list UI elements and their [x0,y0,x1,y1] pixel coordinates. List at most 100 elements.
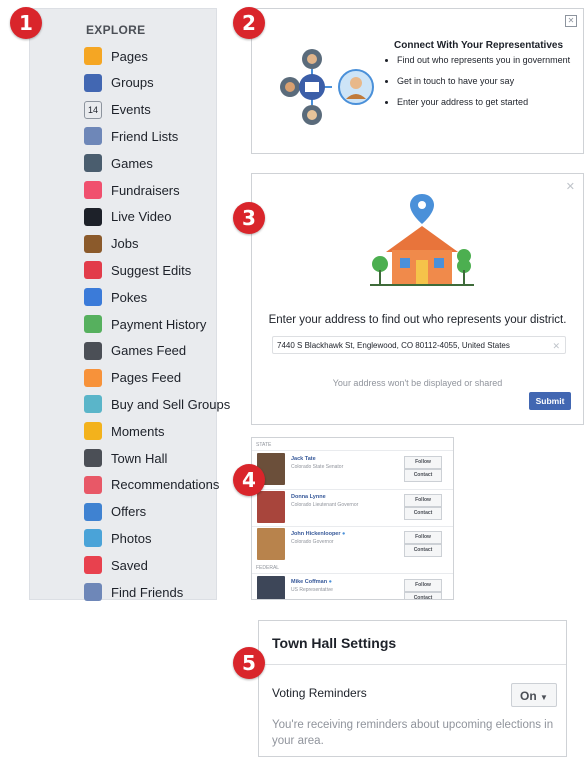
explore-item-label: Saved [111,557,148,573]
explore-item[interactable]: Pages Feed [84,367,181,389]
explore-item-label: Find Friends [111,584,184,600]
explore-item-label: Jobs [111,236,139,252]
briefcase-icon [84,234,102,253]
explore-item[interactable]: Photos [84,527,151,549]
divider [252,526,453,527]
close-icon[interactable]: ✕ [566,180,575,193]
clear-icon[interactable]: ✕ [552,337,560,355]
address-prompt: Enter your address to find out who repre… [268,314,567,326]
close-icon[interactable]: ✕ [565,15,577,27]
rep-name[interactable]: John Hickenlooper ● [291,531,345,537]
explore-item[interactable]: Offers [84,501,146,523]
follow-label: Follow [415,582,431,588]
rep-row: John Hickenlooper ● Colorado Governor Fo… [257,528,451,564]
follow-button[interactable]: Follow [404,456,442,469]
house-illustration [370,194,474,286]
rep-name[interactable]: Mike Coffman ● [291,579,332,585]
explore-item-label: Friend Lists [111,128,179,144]
address-input[interactable]: 7440 S Blackhawk St, Englewood, CO 80112… [272,336,566,354]
explore-item[interactable]: Jobs [84,233,138,255]
explore-item-label: Buy and Sell Groups [111,396,231,412]
explore-item-label: Fundraisers [111,182,180,198]
explore-item[interactable]: Saved [84,554,148,576]
payment-history-icon [84,315,102,333]
representatives-illustration [280,49,374,125]
explore-item[interactable]: Groups [84,72,154,94]
divider [259,664,566,665]
explore-item[interactable]: 14 Events [84,99,151,121]
step-badge-4: 4 [233,464,265,496]
explore-item-label: Suggest Edits [111,262,192,278]
explore-item[interactable]: Live Video [84,206,171,228]
explore-item-label: Offers [111,504,147,520]
explore-item[interactable]: Fundraisers [84,179,180,201]
follow-button[interactable]: Follow [404,494,442,507]
voting-reminders-label: Voting Reminders [272,686,367,700]
rep-name-text: Mike Coffman [291,579,328,585]
explore-sidebar: EXPLORE Pages Groups 14 Events Friend Lists G… [29,8,230,603]
explore-item[interactable]: Suggest Edits [84,259,191,281]
submit-button[interactable]: Submit [529,392,571,410]
explore-item[interactable]: Town Hall [84,447,167,469]
follow-label: Follow [415,534,431,540]
rep-row: Mike Coffman ● US Representative Follow … [257,576,451,599]
flag-icon [84,47,102,65]
rep-name[interactable]: Jack Tate [291,456,316,462]
video-camera-icon [84,207,102,226]
follow-button[interactable]: Follow [404,531,442,544]
explore-item[interactable]: Games [84,152,153,174]
connect-bullet: Get in touch to have your say [397,76,586,87]
explore-item-label: Payment History [111,316,207,332]
explore-item[interactable]: Friend Lists [84,125,178,147]
divider [252,489,453,490]
explore-item[interactable]: Recommendations [84,474,219,496]
explore-item[interactable]: Pokes [84,286,147,308]
divider [252,450,453,451]
voting-reminders-toggle[interactable]: On ▼ [511,683,557,707]
poke-icon [84,288,102,307]
explore-header: EXPLORE [86,23,146,37]
gamepad-icon [84,341,102,360]
step-badge-3: 3 [233,202,265,234]
tag-icon [84,395,102,414]
divider [252,573,453,574]
rep-row: Donna Lynne Colorado Lieutenant Governor… [257,491,451,527]
rep-role: Colorado Governor [291,539,334,545]
connect-representatives-card: ✕ Connect With Your Representatives Find… [251,8,584,154]
explore-item-label: Recommendations [111,477,220,493]
rep-name[interactable]: Donna Lynne [291,494,326,500]
follow-button[interactable]: Follow [404,579,442,592]
contact-button[interactable]: Contact [404,544,442,557]
contact-button[interactable]: Contact [404,469,442,482]
bookmark-icon [84,556,102,575]
map-pin-icon [84,261,102,280]
recommendations-icon [84,475,102,494]
offers-icon [84,502,102,521]
contact-button[interactable]: Contact [404,592,442,599]
explore-item[interactable]: Buy and Sell Groups [84,393,230,415]
games-icon [84,154,102,173]
explore-item[interactable]: Pages [84,45,148,67]
explore-item-label: Moments [111,423,165,439]
explore-item[interactable]: Moments [84,420,164,442]
section-label-state: STATE [256,442,272,448]
rep-role: US Representative [291,587,333,593]
explore-item[interactable]: Find Friends [84,581,183,603]
contact-button[interactable]: Contact [404,507,442,520]
explore-item-label: Pages [111,48,148,64]
avatar [257,576,285,599]
avatar [257,528,285,560]
explore-item-label: Pages Feed [111,370,182,386]
avatar [257,491,285,523]
calendar-icon: 14 [84,100,102,119]
representatives-list: STATE Jack Tate Colorado State Senator F… [251,437,454,600]
rep-role: Colorado Lieutenant Governor [291,502,359,508]
heart-icon [84,181,102,199]
explore-item[interactable]: Payment History [84,313,206,335]
explore-item[interactable]: Games Feed [84,340,186,362]
settings-description: You're receiving reminders about upcomin… [272,719,554,747]
verified-icon: ● [342,531,346,537]
toggle-value: On [520,689,537,703]
follow-label: Follow [415,459,431,465]
connect-bullet: Enter your address to get started [397,97,586,108]
